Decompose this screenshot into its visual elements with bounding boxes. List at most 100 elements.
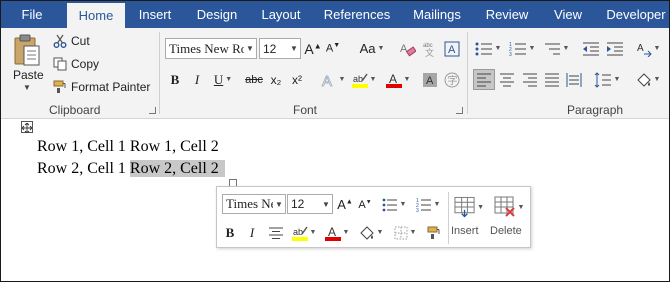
increase-indent-button[interactable]: [605, 38, 625, 59]
tab-home[interactable]: Home: [67, 3, 125, 28]
mini-font-name-combo[interactable]: Times Ne ▼: [222, 194, 286, 214]
mini-delete-button[interactable]: ▼: [493, 192, 525, 222]
justify-button[interactable]: [542, 69, 562, 90]
format-painter-button[interactable]: Format Painter: [53, 77, 150, 97]
table-cell[interactable]: Row 2, Cell 1: [37, 160, 126, 177]
bullets-button[interactable]: ▼: [473, 38, 503, 59]
font-size-combo[interactable]: 12 ▼: [259, 38, 301, 59]
mini-italic-button[interactable]: I: [244, 222, 260, 243]
mini-toolbar: Times Ne ▼ 12 ▼ A▲ A▼ ▼ 1 2 3 ▼ ▼ ▼ B I …: [216, 186, 531, 248]
mini-insert-button[interactable]: ▼: [454, 192, 484, 222]
paste-dropdown-icon[interactable]: ▼: [23, 83, 31, 92]
align-center-icon: [500, 73, 514, 86]
tab-developer[interactable]: Developer: [601, 1, 669, 28]
font-color-button[interactable]: A ▼: [385, 69, 411, 90]
table-row: Row 1, Cell 1 Row 1, Cell 2: [37, 138, 219, 156]
table-cell[interactable]: Row 1, Cell 2: [130, 138, 219, 155]
font-launcher-icon[interactable]: [456, 107, 463, 114]
italic-button[interactable]: I: [189, 69, 205, 90]
shading-button[interactable]: ▼: [633, 69, 663, 90]
highlight-color-button[interactable]: ab ▼: [351, 69, 377, 90]
format-painter-icon: [53, 80, 66, 93]
align-center-icon: [269, 227, 283, 239]
copy-icon: [53, 57, 67, 71]
phonetic-guide-button[interactable]: abc 文: [421, 38, 439, 59]
mini-font-name-value: Times Ne: [226, 196, 273, 211]
table-cell-selected[interactable]: Row 2, Cell 2: [129, 160, 225, 177]
line-spacing-button[interactable]: ▼: [592, 69, 622, 90]
line-spacing-icon: [594, 71, 611, 88]
bold-button[interactable]: B: [167, 69, 183, 90]
distributed-button[interactable]: [564, 69, 584, 90]
mini-delete-label: Delete: [490, 225, 522, 237]
numbering-button[interactable]: 1 2 3 ▼: [507, 38, 537, 59]
bold-label: B: [170, 71, 180, 87]
asian-layout-button[interactable]: A ▼: [633, 38, 663, 59]
character-shading-button[interactable]: A: [421, 69, 439, 90]
align-right-icon: [523, 73, 537, 86]
mini-numbering-button[interactable]: 1 2 3 ▼: [413, 194, 443, 215]
group-divider: [159, 32, 160, 114]
tab-insert[interactable]: Insert: [131, 1, 179, 28]
mini-insert-label: Insert: [451, 225, 479, 237]
mini-font-size-combo[interactable]: 12 ▼: [287, 194, 333, 214]
superscript-button[interactable]: x²: [288, 69, 306, 90]
character-border-button[interactable]: A: [443, 38, 461, 59]
mini-center-button[interactable]: [266, 222, 286, 243]
multilevel-list-button[interactable]: ▼: [541, 38, 571, 59]
font-color-icon: A: [385, 72, 402, 88]
align-center-button[interactable]: [497, 69, 517, 90]
mini-font-color-button[interactable]: A ▼: [323, 222, 351, 243]
subscript-button[interactable]: x₂: [267, 69, 285, 90]
svg-text:ab: ab: [353, 74, 363, 84]
asian-layout-icon: A: [637, 43, 652, 57]
copy-button[interactable]: Copy: [53, 54, 99, 74]
cut-label: Cut: [71, 34, 90, 48]
paragraph-group-label: Paragraph: [567, 103, 624, 117]
mini-shading-button[interactable]: ▼: [357, 222, 385, 243]
align-left-button[interactable]: [473, 69, 495, 90]
table-delete-icon: [494, 196, 515, 217]
mini-grow-font-button[interactable]: A▲: [337, 194, 353, 215]
underline-button[interactable]: U ▼: [209, 69, 237, 90]
font-name-combo[interactable]: Times New Ro ▼: [165, 38, 257, 59]
tab-file[interactable]: File: [9, 1, 55, 28]
paint-bucket-icon: [359, 225, 374, 240]
align-right-button[interactable]: [520, 69, 540, 90]
table-cell[interactable]: Row 1, Cell 1: [37, 138, 126, 155]
shrink-font-button[interactable]: A▼: [325, 38, 341, 59]
clear-formatting-button[interactable]: A: [399, 38, 417, 59]
decrease-indent-icon: [583, 42, 599, 55]
svg-text:A: A: [637, 43, 644, 54]
cut-button[interactable]: Cut: [53, 31, 90, 51]
table-move-handle-icon[interactable]: [21, 121, 33, 134]
subscript-label: x₂: [270, 72, 282, 87]
tab-view[interactable]: View: [546, 1, 590, 28]
decrease-indent-button[interactable]: [581, 38, 601, 59]
svg-text:字: 字: [448, 74, 458, 87]
strikethrough-button[interactable]: abc: [243, 69, 265, 90]
tab-layout[interactable]: Layout: [255, 1, 307, 28]
word-window: File Home Insert Design Layout Reference…: [0, 0, 670, 282]
enclose-characters-button[interactable]: 字: [443, 69, 461, 90]
mini-shrink-font-button[interactable]: A▼: [357, 194, 373, 215]
mini-bold-button[interactable]: B: [222, 222, 238, 243]
tab-design[interactable]: Design: [191, 1, 243, 28]
tab-references[interactable]: References: [321, 1, 393, 28]
text-effects-button[interactable]: A ▼: [319, 69, 347, 90]
grow-font-button[interactable]: A▲: [304, 38, 321, 59]
strikethrough-label: abc: [245, 73, 263, 86]
font-size-value: 12: [263, 41, 277, 56]
clipboard-launcher-icon[interactable]: [149, 107, 156, 114]
numbering-icon: 1 2 3: [509, 42, 526, 57]
character-shading-icon: A: [423, 72, 437, 87]
change-case-button[interactable]: Aa ▼: [355, 38, 389, 59]
mini-borders-button[interactable]: ▼: [391, 222, 419, 243]
tab-review[interactable]: Review: [481, 1, 533, 28]
tab-mailings[interactable]: Mailings: [405, 1, 469, 28]
mini-format-painter-button[interactable]: [424, 222, 444, 243]
chevron-down-icon: ▼: [275, 199, 283, 209]
mini-bullets-button[interactable]: ▼: [379, 194, 409, 215]
shrink-font-icon: A▼: [358, 198, 372, 211]
mini-highlight-button[interactable]: ab ▼: [290, 222, 318, 243]
